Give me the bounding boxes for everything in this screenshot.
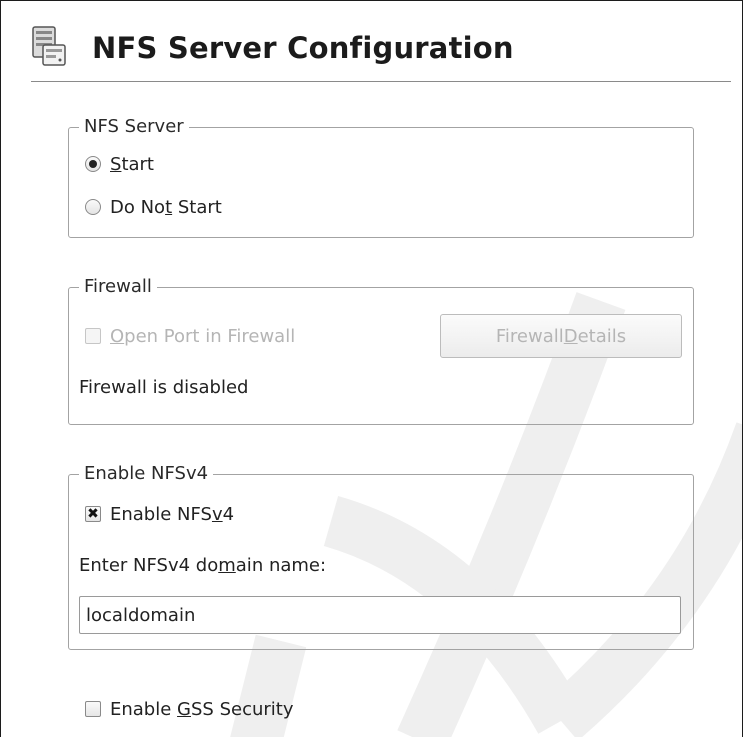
radio-do-not-start[interactable]: Do Not Start bbox=[85, 195, 222, 219]
checkbox-enable-nfsv4[interactable]: ✖ Enable NFSv4 bbox=[85, 502, 234, 526]
page-title: NFS Server Configuration bbox=[92, 31, 514, 65]
checkbox-enable-gss-security[interactable]: Enable GSS Security bbox=[85, 697, 294, 721]
checkbox-enable-nfsv4-indicator[interactable]: ✖ bbox=[85, 506, 101, 522]
group-firewall: Firewall Open Port in Firewall Firewall … bbox=[68, 277, 694, 425]
title-bar: NFS Server Configuration bbox=[17, 15, 727, 75]
radio-start-label: Start bbox=[110, 153, 154, 175]
checkbox-open-port-indicator[interactable] bbox=[85, 328, 101, 344]
firewall-details-button[interactable]: Firewall Details bbox=[440, 314, 682, 358]
title-divider bbox=[31, 81, 731, 82]
checkbox-open-port-label: Open Port in Firewall bbox=[110, 325, 296, 347]
radio-do-not-start-label: Do Not Start bbox=[110, 196, 222, 218]
domain-name-label: Enter NFSv4 domain name: bbox=[79, 555, 327, 576]
checkbox-open-port[interactable]: Open Port in Firewall bbox=[85, 324, 295, 348]
dialog-window: NFS Server Configuration NFS Server Star… bbox=[0, 0, 743, 737]
domain-name-input[interactable] bbox=[79, 596, 681, 634]
group-nfs-server: NFS Server Start Do Not Start bbox=[68, 117, 694, 238]
checkbox-enable-gss-indicator[interactable] bbox=[85, 701, 101, 717]
radio-do-not-start-indicator[interactable] bbox=[85, 199, 101, 215]
group-legend-nfsv4: Enable NFSv4 bbox=[79, 464, 214, 484]
radio-start-indicator[interactable] bbox=[85, 156, 101, 172]
checkbox-enable-gss-label: Enable GSS Security bbox=[110, 698, 294, 720]
group-legend-nfs-server: NFS Server bbox=[79, 117, 189, 137]
firewall-status-text: Firewall is disabled bbox=[79, 377, 249, 398]
radio-start[interactable]: Start bbox=[85, 152, 154, 176]
group-enable-nfsv4: Enable NFSv4 ✖ Enable NFSv4 Enter NFSv4 … bbox=[68, 464, 694, 650]
checkbox-enable-nfsv4-label: Enable NFSv4 bbox=[110, 503, 235, 525]
server-config-icon bbox=[32, 26, 66, 66]
group-legend-firewall: Firewall bbox=[79, 277, 157, 297]
